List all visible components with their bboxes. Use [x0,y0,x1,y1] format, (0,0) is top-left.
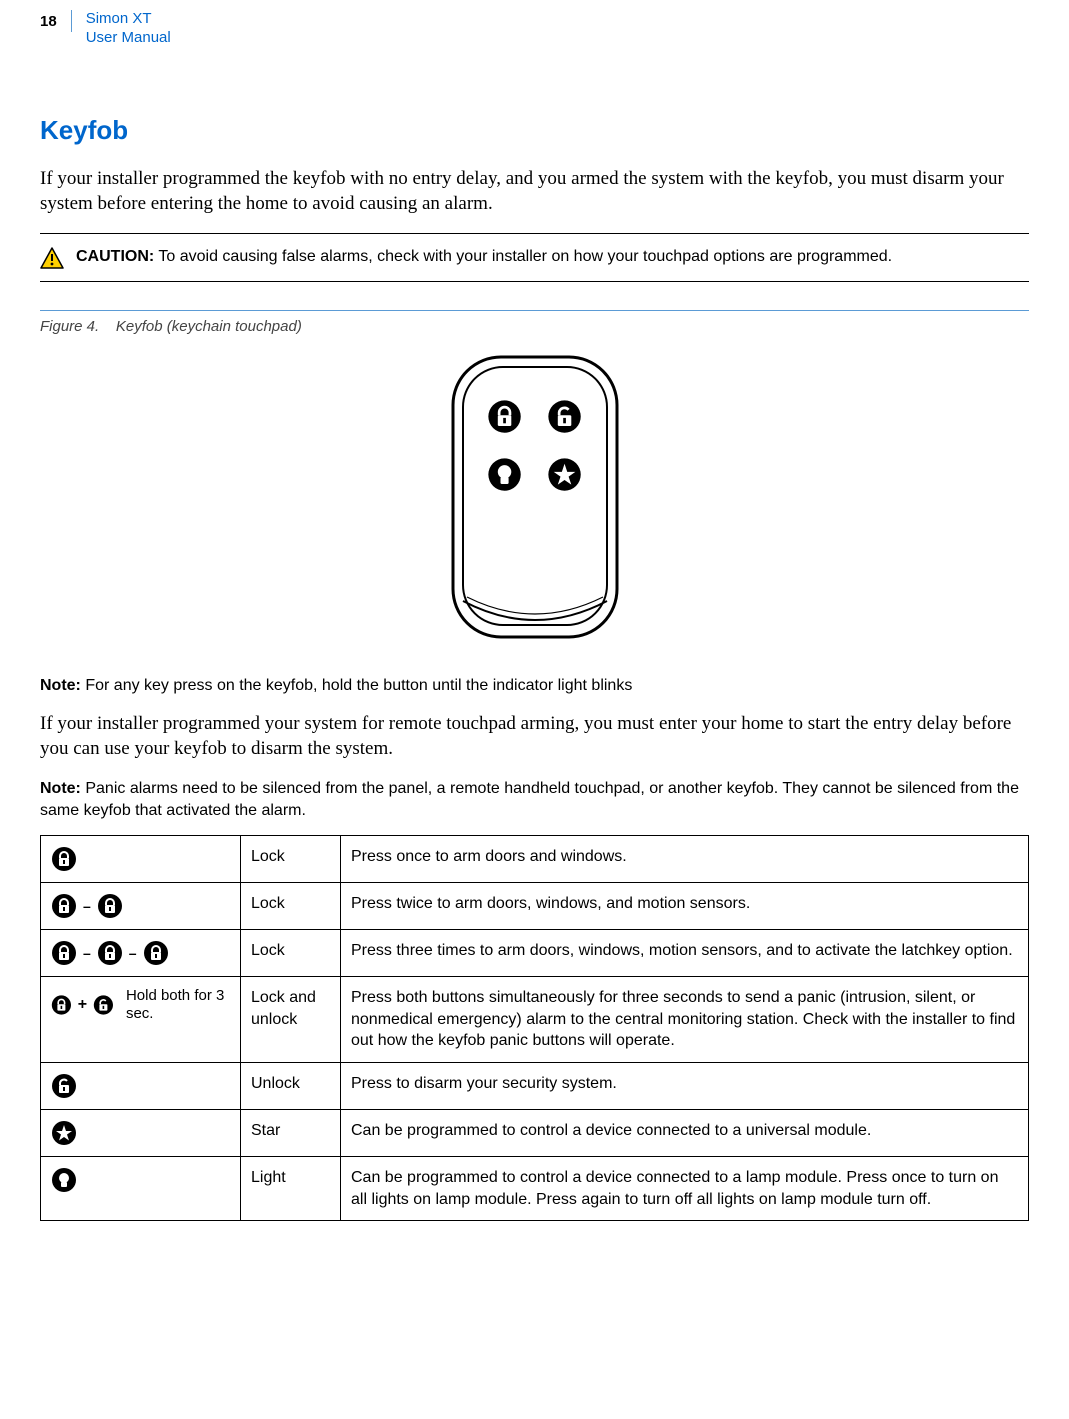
button-name: Lock and unlock [241,977,341,1063]
table-row: Star Can be programmed to control a devi… [41,1109,1029,1156]
figure-title: Keyfob (keychain touchpad) [116,318,302,335]
figure-caption: Figure 4. Keyfob (keychain touchpad) [40,310,1029,337]
plus-separator: + [78,994,87,1016]
dash-separator: – [83,944,91,963]
star-icon [51,1120,77,1146]
light-icon [51,1167,77,1193]
icon-sequence [51,1167,230,1193]
lock-icon [51,992,72,1018]
keyfob-figure [40,349,1029,649]
lock-icon [97,940,123,966]
doc-title: Simon XT User Manual [86,10,171,48]
button-desc: Press three times to arm doors, windows,… [341,930,1029,977]
button-desc: Can be programmed to control a device co… [341,1156,1029,1220]
button-name: Unlock [241,1062,341,1109]
button-name: Star [241,1109,341,1156]
product-name: Simon XT [86,10,152,27]
button-name: Lock [241,836,341,883]
table-row: – Lock Press twice to arm doors, windows… [41,883,1029,930]
table-row: Unlock Press to disarm your security sys… [41,1062,1029,1109]
dash-separator: – [129,944,137,963]
table-row: – – Lock Press three times to arm doors,… [41,930,1029,977]
icon-sequence [51,1073,230,1099]
keyfob-functions-table: Lock Press once to arm doors and windows… [40,835,1029,1221]
note-2-text: Panic alarms need to be silenced from th… [40,780,1019,819]
lock-icon [51,893,77,919]
button-desc: Press to disarm your security system. [341,1062,1029,1109]
lock-icon [51,940,77,966]
note-label: Note: [40,677,81,694]
lock-icon [97,893,123,919]
caution-text: CAUTION: To avoid causing false alarms, … [76,246,892,268]
icon-sequence: + Hold both for 3 sec. [51,987,230,1023]
button-desc: Press twice to arm doors, windows, and m… [341,883,1029,930]
caution-label: CAUTION: [76,248,154,265]
icon-sequence: – [51,893,230,919]
dash-separator: – [83,897,91,916]
note-label: Note: [40,780,81,797]
figure-label: Figure 4. [40,318,99,335]
intro-paragraph: If your installer programmed the keyfob … [40,166,1029,217]
caution-box: CAUTION: To avoid causing false alarms, … [40,233,1029,282]
lock-icon [143,940,169,966]
button-name: Lock [241,930,341,977]
hold-note: Hold both for 3 sec. [126,987,230,1023]
table-row: Lock Press once to arm doors and windows… [41,836,1029,883]
caution-body: To avoid causing false alarms, check wit… [158,248,892,265]
icon-sequence [51,846,230,872]
button-name: Light [241,1156,341,1220]
button-desc: Can be programmed to control a device co… [341,1109,1029,1156]
page-number: 18 [40,10,72,32]
icon-sequence [51,1120,230,1146]
button-desc: Press both buttons simultaneously for th… [341,977,1029,1063]
caution-icon [40,247,64,269]
icon-sequence: – – [51,940,230,966]
page-header: 18 Simon XT User Manual [40,10,1029,48]
mid-paragraph: If your installer programmed your system… [40,711,1029,762]
button-desc: Press once to arm doors and windows. [341,836,1029,883]
unlock-icon [93,992,114,1018]
note-1: Note: For any key press on the keyfob, h… [40,675,1029,697]
doc-subtitle: User Manual [86,29,171,46]
note-2: Note: Panic alarms need to be silenced f… [40,778,1029,821]
section-title: Keyfob [40,113,1029,148]
note-1-text: For any key press on the keyfob, hold th… [85,677,632,694]
lock-icon [51,846,77,872]
unlock-icon [51,1073,77,1099]
table-row: + Hold both for 3 sec. Lock and unlock P… [41,977,1029,1063]
keyfob-illustration [425,349,645,649]
button-name: Lock [241,883,341,930]
table-row: Light Can be programmed to control a dev… [41,1156,1029,1220]
